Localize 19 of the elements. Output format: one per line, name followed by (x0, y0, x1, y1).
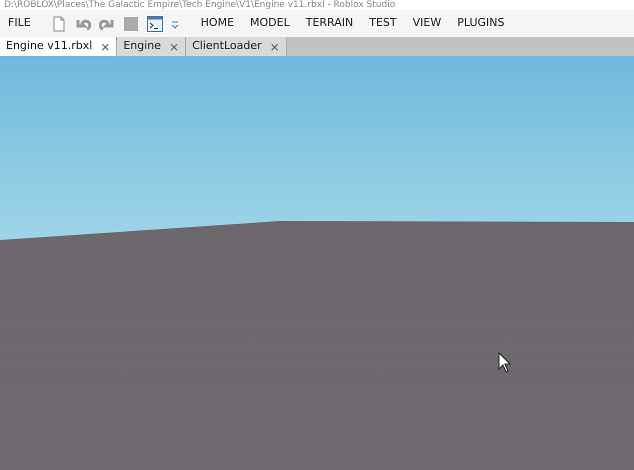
ribbon-tab[interactable]: TEST (361, 10, 405, 37)
close-tab-button[interactable]: × (100, 38, 110, 56)
ribbon-tab[interactable]: TERRAIN (298, 10, 362, 37)
dropdown-icon[interactable] (170, 18, 179, 28)
document-tab[interactable]: Engine (123, 38, 162, 55)
file-menu[interactable]: FILE (0, 10, 39, 37)
terminal-icon[interactable] (146, 16, 163, 32)
new-file-icon[interactable] (50, 16, 67, 32)
close-tab-button[interactable]: × (270, 38, 280, 56)
close-tab-button[interactable]: × (169, 38, 180, 56)
ribbon-tab[interactable]: PLUGINS (449, 10, 512, 37)
ribbon-tab[interactable]: HOME (192, 10, 242, 37)
document-tab[interactable]: ClientLoader (192, 38, 262, 55)
cursor-icon (498, 352, 512, 373)
ribbon-tab[interactable]: MODEL (242, 10, 298, 37)
ribbon-tab[interactable]: VIEW (404, 10, 450, 37)
window-title: D:\ROBLOX\Places\The Galactic Empire\Tech Engine\V1\Engine v11.rbxl - Roblox Studio (0, 0, 634, 10)
document-tab[interactable]: Engine v11.rbxl (6, 38, 92, 55)
stop-icon[interactable] (122, 16, 139, 32)
